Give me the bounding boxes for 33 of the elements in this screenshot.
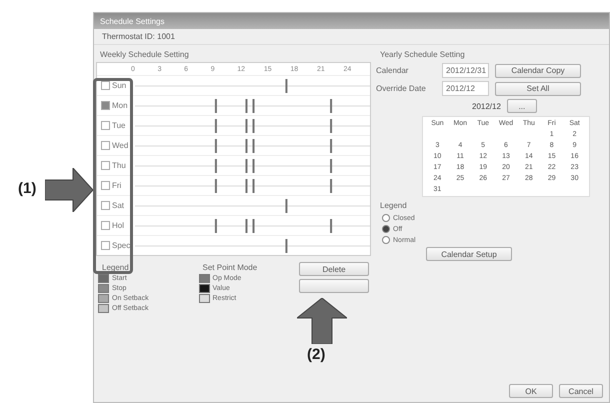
window-title: Schedule Settings: [100, 16, 164, 26]
day-checkbox[interactable]: Hol: [97, 221, 135, 230]
date-field[interactable]: 2012/12/31: [442, 63, 489, 78]
field-label: Calendar: [376, 66, 410, 75]
day-checkbox[interactable]: Thu: [97, 161, 135, 170]
legend-title: Legend: [101, 262, 130, 273]
calendar-setup-button[interactable]: Calendar Setup: [426, 247, 512, 261]
day-checkbox[interactable]: Spec: [97, 241, 135, 250]
legend-title: Legend: [379, 200, 408, 211]
day-checkbox[interactable]: Mon: [97, 101, 135, 110]
blank-button[interactable]: [299, 279, 369, 293]
action-button[interactable]: Calendar Copy: [495, 64, 581, 78]
day-checkbox[interactable]: Tue: [97, 121, 135, 130]
day-checkbox[interactable]: Sat: [97, 201, 135, 210]
month-label: 2012/12: [472, 102, 501, 110]
day-checkbox[interactable]: Fri: [97, 181, 135, 190]
arrow-icon: [45, 168, 93, 212]
callout-label: (1): [18, 180, 36, 197]
group-title: Yearly Schedule Setting: [379, 49, 466, 60]
group-title: Weekly Schedule Setting: [99, 49, 190, 60]
legend-title: Set Point Mode: [202, 262, 258, 273]
arrow-icon: [297, 298, 347, 344]
field-label: Override Date: [376, 84, 427, 93]
day-checkbox[interactable]: Wed: [97, 141, 135, 150]
date-field[interactable]: 2012/12: [442, 81, 489, 96]
cancel-button[interactable]: Cancel: [559, 384, 603, 398]
delete-button[interactable]: Delete: [299, 262, 369, 276]
ok-button[interactable]: OK: [509, 384, 553, 398]
action-button[interactable]: Set All: [495, 82, 581, 96]
month-button[interactable]: ...: [506, 99, 537, 113]
subtitle: Thermostat ID: 1001: [94, 29, 609, 45]
callout-label: (2): [307, 346, 326, 363]
day-checkbox[interactable]: Sun: [97, 81, 135, 90]
